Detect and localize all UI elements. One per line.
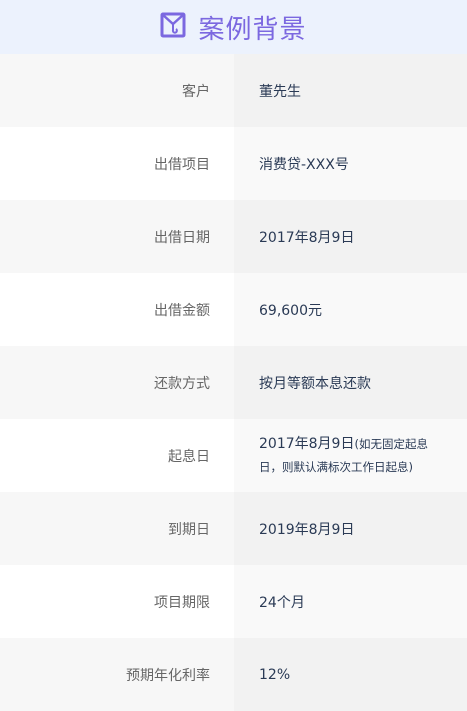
table-row: 还款方式 按月等额本息还款: [0, 346, 467, 419]
table-row: 客户 董先生: [0, 54, 467, 127]
row-label: 预期年化利率: [0, 638, 234, 711]
row-value: 消费贷-XXX号: [234, 127, 467, 200]
row-label: 出借金额: [0, 273, 234, 346]
row-value: 董先生: [234, 54, 467, 127]
section-title: 案例背景: [198, 14, 307, 45]
row-label: 到期日: [0, 492, 234, 565]
row-label: 出借日期: [0, 200, 234, 273]
table-row: 出借日期 2017年8月9日: [0, 200, 467, 273]
table-row: 出借金额 69,600元: [0, 273, 467, 346]
section-header: 案例背景: [0, 0, 467, 54]
row-value-cell: 2017年8月9日(如无固定起息日，则默认满标次工作日起息): [234, 419, 467, 492]
row-label: 起息日: [0, 419, 234, 492]
row-value: 2017年8月9日: [259, 436, 355, 453]
row-label: 还款方式: [0, 346, 234, 419]
table-row: 项目期限 24个月: [0, 565, 467, 638]
row-value: 2017年8月9日: [234, 200, 467, 273]
row-value: 24个月: [234, 565, 467, 638]
table-row: 到期日 2019年8月9日: [0, 492, 467, 565]
table-row: 出借项目 消费贷-XXX号: [0, 127, 467, 200]
info-table: 客户 董先生 出借项目 消费贷-XXX号 出借日期 2017年8月9日 出借金额 69,…: [0, 54, 467, 711]
case-envelope-icon: [160, 12, 186, 42]
table-row: 起息日 2017年8月9日(如无固定起息日，则默认满标次工作日起息): [0, 419, 467, 492]
row-label: 项目期限: [0, 565, 234, 638]
row-value: 按月等额本息还款: [234, 346, 467, 419]
row-label: 出借项目: [0, 127, 234, 200]
table-row: 预期年化利率 12%: [0, 638, 467, 711]
row-value: 12%: [234, 638, 467, 711]
row-label: 客户: [0, 54, 234, 127]
row-value: 2019年8月9日: [234, 492, 467, 565]
row-value: 69,600元: [234, 273, 467, 346]
